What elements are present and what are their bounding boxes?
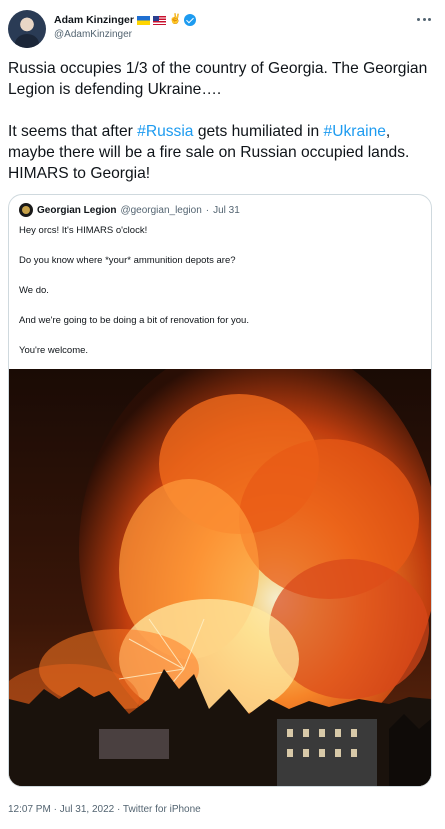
tweet-text-span: It seems that after: [8, 123, 138, 140]
us-flag-icon: [152, 15, 166, 25]
author-handle[interactable]: @AdamKinzinger: [54, 29, 132, 40]
more-options-icon[interactable]: [411, 12, 437, 26]
quoted-author-handle: @georgian_legion: [120, 204, 202, 216]
victory-hand-icon: ✌️: [168, 14, 182, 25]
hashtag-russia-link[interactable]: #Russia: [137, 123, 193, 140]
author-name-row: Adam Kinzinger ✌️: [54, 12, 197, 28]
hashtag-ukraine-link[interactable]: #Ukraine: [324, 123, 386, 140]
tweet-metadata: 12:07 PM · Jul 31, 2022 · Twitter for iP…: [8, 804, 201, 815]
tweet-header: Adam Kinzinger ✌️ @AdamKinzinger: [8, 10, 437, 50]
quoted-tweet-text: Hey orcs! It's HIMARS o'clock! Do you kn…: [19, 223, 423, 373]
author-display-name[interactable]: Adam Kinzinger: [54, 14, 134, 26]
tweet-paragraph-2: It seems that after #Russia gets humilia…: [8, 121, 433, 184]
tweet-paragraph-1: Russia occupies 1/3 of the country of Ge…: [8, 60, 428, 98]
quoted-author-avatar: [19, 203, 33, 217]
ukraine-flag-icon: [136, 15, 150, 25]
quoted-separator: ·: [205, 204, 210, 216]
quoted-paragraph: You're welcome.: [19, 345, 89, 356]
tweet-text: Russia occupies 1/3 of the country of Ge…: [8, 58, 433, 184]
explosion-photo[interactable]: [9, 369, 431, 786]
quoted-paragraph: Hey orcs! It's HIMARS o'clock!: [19, 225, 148, 236]
verified-badge-icon: [184, 14, 197, 26]
quoted-paragraph: Do you know where *your* ammunition depo…: [19, 255, 236, 266]
tweet-date[interactable]: Jul 31, 2022: [60, 804, 115, 815]
quoted-tweet[interactable]: Georgian Legion @georgian_legion · Jul 3…: [8, 194, 432, 787]
tweet-time[interactable]: 12:07 PM: [8, 804, 51, 815]
quoted-author-name: Georgian Legion: [37, 204, 117, 216]
tweet-text-span: gets humiliated in: [193, 123, 324, 140]
tweet-source: Twitter for iPhone: [122, 804, 201, 815]
explosion-photo-graphic: [9, 369, 431, 786]
author-avatar[interactable]: [8, 10, 46, 48]
quoted-tweet-header: Georgian Legion @georgian_legion · Jul 3…: [19, 203, 240, 217]
footer-separator: ·: [114, 804, 123, 815]
quoted-paragraph: We do.: [19, 285, 49, 296]
quoted-paragraph: And we're going to be doing a bit of ren…: [19, 315, 249, 326]
footer-separator: ·: [50, 804, 60, 815]
quoted-date: Jul 31: [213, 204, 240, 216]
